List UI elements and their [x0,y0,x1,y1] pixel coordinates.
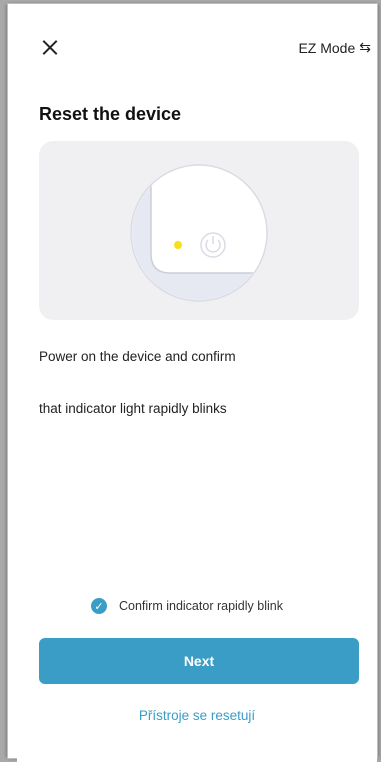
device-illustration [39,141,359,320]
ez-mode-toggle[interactable]: EZ Mode ⇆ [298,39,371,56]
check-circle-icon[interactable]: ✓ [91,598,107,614]
indicator-light [174,241,182,249]
confirm-checkbox-row[interactable]: ✓ Confirm indicator rapidly blink [91,598,283,614]
page-title: Reset the device [39,104,182,124]
confirm-label: Confirm indicator rapidly blink [119,599,283,613]
swap-icon: ⇆ [359,39,371,55]
next-button[interactable]: Next [39,638,359,684]
instruction-line-2: that indicator light rapidly blinks [39,401,227,416]
device-illustration-svg [130,164,268,302]
devices-resetting-link[interactable]: Přístroje se resetují [17,708,377,723]
reset-device-screen: EZ Mode ⇆ Reset the device Power on the … [17,20,377,762]
instruction-line-1: Power on the device and confirm [39,349,236,364]
ez-mode-label: EZ Mode [298,39,356,56]
close-icon[interactable] [40,38,60,58]
